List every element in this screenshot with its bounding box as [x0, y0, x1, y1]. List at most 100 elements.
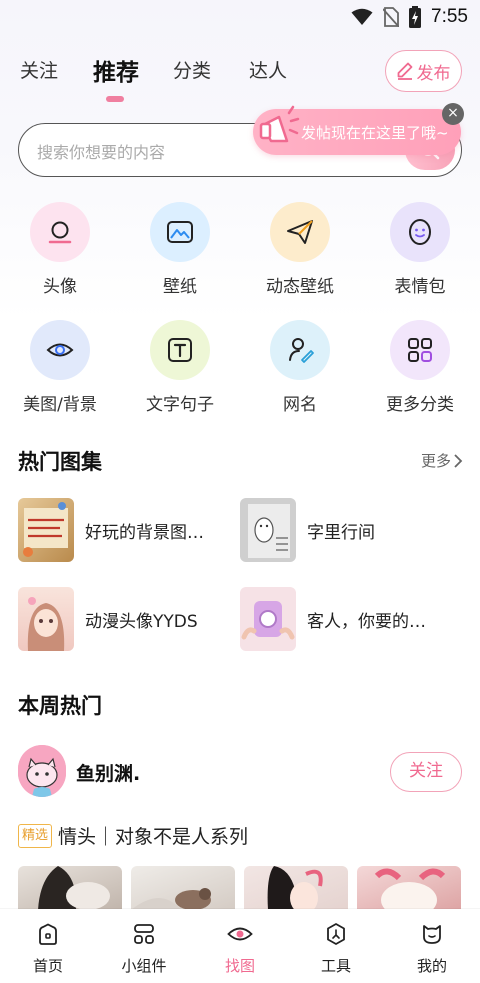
search-placeholder: 搜索你想要的内容 — [37, 143, 166, 162]
post-image-row — [18, 866, 462, 910]
battery-icon — [409, 6, 422, 28]
pen-icon — [397, 62, 412, 80]
album-item[interactable]: 字里行间 — [240, 497, 439, 563]
album-title: 客人，你要的背... — [307, 611, 439, 632]
nav-profile[interactable]: 我的 — [384, 919, 480, 976]
category-text[interactable]: 文字句子 — [130, 320, 230, 415]
text-icon — [168, 338, 192, 362]
album-item[interactable]: 动漫头像YYDS — [18, 586, 217, 652]
cat-face-icon — [423, 925, 441, 944]
avatar[interactable] — [18, 745, 66, 797]
weekly-hot-title: 本周热门 — [18, 694, 102, 718]
home-icon — [39, 923, 57, 945]
app-screen: 7:55 关注 推荐 分类 达人 发布 搜索你想要的内容 发帖现在在这里了哦~ … — [0, 0, 480, 983]
album-thumbnail — [18, 498, 74, 562]
album-thumbnail — [240, 498, 296, 562]
album-thumbnail-art — [241, 601, 295, 640]
tools-icon — [327, 923, 345, 945]
tab-category[interactable]: 分类 — [173, 56, 211, 83]
nav-home-icon-wrap — [0, 919, 96, 949]
post-image[interactable] — [131, 866, 235, 910]
album-thumbnail-art — [27, 597, 65, 651]
avatar-icon — [48, 221, 72, 244]
category-wallpaper-circle — [150, 202, 210, 262]
category-avatar[interactable]: 头像 — [10, 202, 110, 297]
album-thumbnail-art — [248, 504, 290, 558]
megaphone-icon — [259, 105, 300, 143]
publish-button[interactable]: 发布 — [385, 50, 462, 92]
top-tabs: 关注 推荐 分类 达人 发布 — [0, 50, 480, 110]
wifi-icon — [351, 8, 373, 25]
category-beauty-bg[interactable]: 美图/背景 — [10, 320, 110, 415]
grid-icon — [408, 338, 432, 362]
nav-tools[interactable]: 工具 — [288, 919, 384, 976]
category-nickname-circle — [270, 320, 330, 380]
avatar-art — [18, 745, 66, 797]
hot-albums-title: 热门图集 — [18, 450, 102, 474]
featured-badge: 精选 — [18, 823, 53, 848]
eye-icon — [46, 343, 74, 357]
category-emoji[interactable]: 表情包 — [370, 202, 470, 297]
category-live-wallpaper[interactable]: 动态壁纸 — [250, 202, 350, 297]
tab-recommend[interactable]: 推荐 — [93, 53, 139, 87]
nav-widgets-icon-wrap — [96, 919, 192, 949]
category-label: 美图/背景 — [23, 395, 97, 415]
album-title: 好玩的背景图万... — [85, 522, 217, 543]
publish-label: 发布 — [416, 63, 451, 84]
category-label: 更多分类 — [386, 395, 454, 415]
album-thumbnail — [18, 587, 74, 651]
more-label: 更多 — [421, 452, 452, 470]
publish-tip-banner[interactable]: 发帖现在在这里了哦~ — [253, 105, 461, 155]
nickname-icon — [289, 338, 314, 363]
category-label: 文字句子 — [146, 395, 214, 415]
category-more-circle — [390, 320, 450, 380]
tip-close-button[interactable]: × — [442, 103, 464, 125]
album-thumbnail-art — [23, 502, 68, 557]
nav-label: 找图 — [224, 957, 255, 975]
tab-follow[interactable]: 关注 — [20, 56, 58, 83]
post-image[interactable] — [18, 866, 122, 910]
category-label: 壁纸 — [163, 277, 197, 297]
emoji-icon — [409, 219, 431, 245]
nav-home[interactable]: 首页 — [0, 919, 96, 976]
album-item[interactable]: 客人，你要的背... — [240, 586, 439, 652]
post-image[interactable] — [357, 866, 461, 910]
nav-label: 工具 — [320, 957, 351, 975]
nav-tools-icon-wrap — [288, 919, 384, 949]
category-label: 网名 — [283, 395, 317, 415]
album-title: 动漫头像YYDS — [85, 611, 198, 632]
follow-button[interactable]: 关注 — [390, 752, 462, 792]
post-image-art — [38, 866, 110, 910]
nav-label: 小组件 — [121, 957, 167, 975]
nav-label: 我的 — [416, 957, 447, 975]
category-beauty-bg-circle — [30, 320, 90, 380]
eye-icon — [227, 927, 253, 941]
username[interactable]: 鱼别渊. — [76, 759, 140, 786]
category-nickname[interactable]: 网名 — [250, 320, 350, 415]
nav-profile-icon-wrap — [384, 919, 480, 949]
category-label: 动态壁纸 — [266, 277, 334, 297]
widgets-icon — [134, 924, 154, 944]
category-text-circle — [150, 320, 210, 380]
album-thumbnail — [240, 587, 296, 651]
nav-find-images[interactable]: 找图 — [192, 919, 288, 976]
post-image-art — [267, 866, 323, 910]
tab-experts[interactable]: 达人 — [249, 56, 287, 83]
nav-widgets[interactable]: 小组件 — [96, 919, 192, 976]
publish-tip-text: 发帖现在在这里了哦~ — [301, 123, 449, 142]
category-wallpaper[interactable]: 壁纸 — [130, 202, 230, 297]
bottom-navigation: 首页 小组件 找图 工具 我的 — [0, 909, 480, 983]
status-bar: 7:55 — [0, 0, 480, 38]
post-title-row[interactable]: 精选 情头｜对象不是人系列 — [18, 822, 248, 849]
hot-albums-more-link[interactable]: 更多 — [421, 450, 463, 471]
album-item[interactable]: 好玩的背景图万... — [18, 497, 217, 563]
no-sim-icon — [383, 7, 400, 27]
category-label: 表情包 — [394, 277, 446, 297]
nav-label: 首页 — [32, 957, 63, 975]
post-image[interactable] — [244, 866, 348, 910]
wallpaper-icon — [167, 221, 193, 243]
category-more[interactable]: 更多分类 — [370, 320, 470, 415]
category-live-wallpaper-circle — [270, 202, 330, 262]
category-emoji-circle — [390, 202, 450, 262]
post-image-art — [131, 888, 211, 910]
